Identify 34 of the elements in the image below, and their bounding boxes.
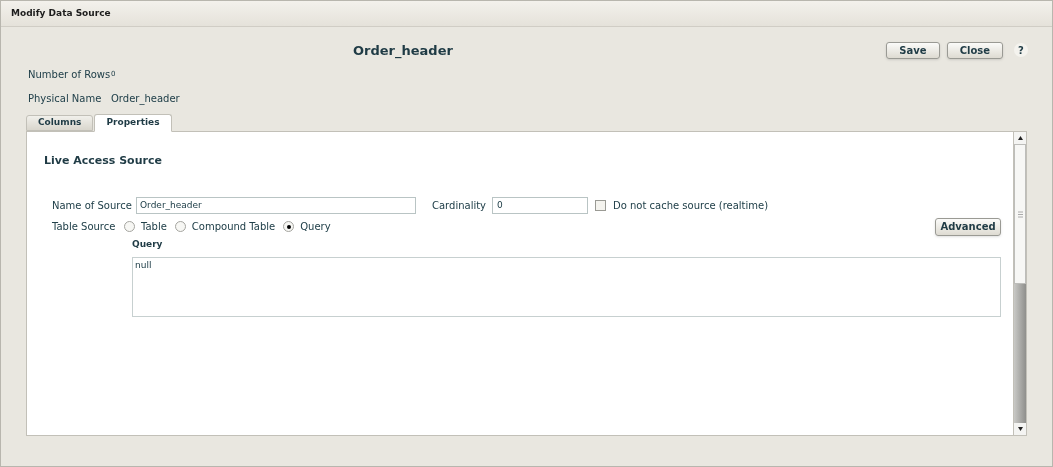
info-label: Physical Name xyxy=(28,92,103,106)
radio-label: Table xyxy=(141,220,167,234)
scroll-up-button[interactable] xyxy=(1014,132,1026,144)
field-label: Cardinality xyxy=(432,198,488,213)
info-label: Number of Rows xyxy=(28,68,108,82)
checkbox[interactable] xyxy=(595,199,606,211)
radio-label: Query xyxy=(300,220,331,234)
save-button[interactable]: Save xyxy=(886,41,940,59)
cardinality-field[interactable]: 0 xyxy=(492,196,588,214)
scrollbar[interactable] xyxy=(1013,132,1026,435)
name-of-source-field[interactable]: Order_header xyxy=(136,196,416,214)
scroll-down-button[interactable] xyxy=(1014,423,1026,435)
advanced-button[interactable]: Advanced xyxy=(935,217,1001,236)
help-button[interactable]: ? xyxy=(1014,43,1028,57)
radio-button[interactable] xyxy=(174,221,186,232)
field-label: Table Source xyxy=(52,220,117,234)
tab[interactable]: Properties xyxy=(94,114,172,132)
checkbox-label: Do not cache source (realtime) xyxy=(613,198,769,213)
radio-button[interactable] xyxy=(124,221,135,232)
field-label: Name of Source xyxy=(52,198,133,213)
down-arrow-icon xyxy=(1017,427,1023,431)
grip-icon xyxy=(1017,210,1023,218)
window-title: Modify Data Source xyxy=(11,6,111,20)
query-label: Query xyxy=(132,237,164,251)
section-title: Live Access Source xyxy=(44,153,163,169)
scroll-thumb[interactable] xyxy=(1014,144,1026,284)
up-arrow-icon xyxy=(1017,136,1023,140)
radio-label: Compound Table xyxy=(191,220,276,234)
page-heading: Order_header xyxy=(353,42,453,61)
close-button[interactable]: Close xyxy=(946,41,1003,59)
info-value: Order_header xyxy=(111,92,180,106)
query-field[interactable]: null xyxy=(132,257,1001,317)
radio-button[interactable] xyxy=(283,221,295,232)
tab[interactable]: Columns xyxy=(26,115,94,131)
